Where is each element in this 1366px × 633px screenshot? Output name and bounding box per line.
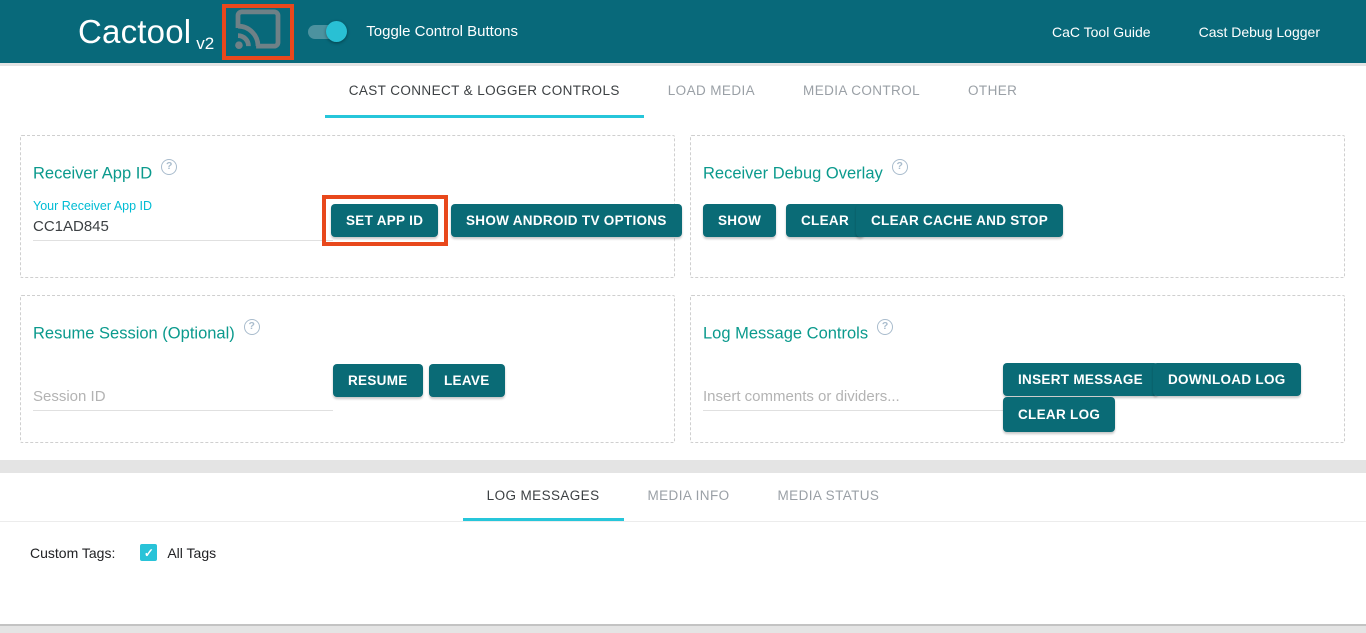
tab-other[interactable]: OTHER (944, 66, 1041, 118)
leave-button[interactable]: LEAVE (429, 364, 505, 397)
resume-session-title: Resume Session (Optional)? (33, 322, 260, 344)
tab-log-messages[interactable]: LOG MESSAGES (463, 473, 624, 521)
log-output-section: LOG MESSAGES MEDIA INFO MEDIA STATUS Cus… (0, 473, 1366, 626)
show-overlay-button[interactable]: SHOW (703, 204, 776, 237)
link-cast-debug-logger[interactable]: Cast Debug Logger (1199, 24, 1320, 40)
resume-session-card: Resume Session (Optional)? RESUME LEAVE (20, 295, 675, 443)
session-id-input[interactable] (33, 388, 333, 411)
toggle-control-buttons-switch[interactable] (308, 25, 344, 39)
clear-cache-and-stop-button[interactable]: CLEAR CACHE AND STOP (856, 204, 1063, 237)
all-tags-label: All Tags (167, 545, 216, 561)
tab-media-control[interactable]: MEDIA CONTROL (779, 66, 944, 118)
log-tab-bar: LOG MESSAGES MEDIA INFO MEDIA STATUS (0, 473, 1366, 522)
receiver-app-id-card: Receiver App ID? Your Receiver App ID SE… (20, 135, 675, 278)
custom-tags-label: Custom Tags: (30, 545, 115, 561)
show-android-tv-options-button[interactable]: SHOW ANDROID TV OPTIONS (451, 204, 682, 237)
insert-message-button[interactable]: INSERT MESSAGE (1003, 363, 1158, 396)
receiver-app-id-title: Receiver App ID? (33, 162, 177, 184)
all-tags-checkbox[interactable]: ✓ (140, 544, 157, 561)
help-icon[interactable]: ? (877, 319, 893, 335)
controls-section: CAST CONNECT & LOGGER CONTROLS LOAD MEDI… (0, 66, 1366, 460)
tab-media-status[interactable]: MEDIA STATUS (754, 473, 904, 521)
receiver-app-id-input[interactable] (33, 218, 333, 241)
set-app-id-button[interactable]: SET APP ID (331, 204, 438, 237)
download-log-button[interactable]: DOWNLOAD LOG (1153, 363, 1301, 396)
receiver-debug-overlay-card: Receiver Debug Overlay? SHOW CLEAR CLEAR… (690, 135, 1345, 278)
custom-tags-row: Custom Tags: ✓ All Tags (0, 544, 1366, 561)
check-icon: ✓ (144, 547, 154, 559)
tab-cast-connect-logger-controls[interactable]: CAST CONNECT & LOGGER CONTROLS (325, 66, 644, 118)
cast-icon[interactable] (235, 9, 281, 54)
cast-button-highlight-box[interactable] (222, 4, 294, 60)
clear-log-button[interactable]: CLEAR LOG (1003, 397, 1115, 432)
help-icon[interactable]: ? (161, 159, 177, 175)
toggle-label: Toggle Control Buttons (366, 23, 518, 40)
resume-button[interactable]: RESUME (333, 364, 423, 397)
help-icon[interactable]: ? (244, 319, 260, 335)
help-icon[interactable]: ? (892, 159, 908, 175)
tab-media-info[interactable]: MEDIA INFO (624, 473, 754, 521)
log-message-input[interactable] (703, 388, 1003, 411)
log-message-controls-card: Log Message Controls? INSERT MESSAGE DOW… (690, 295, 1345, 443)
app-header: Cactool v2 Toggle Control Buttons CaC To… (0, 0, 1366, 63)
main-tab-bar: CAST CONNECT & LOGGER CONTROLS LOAD MEDI… (0, 66, 1366, 118)
app-title: Cactool (78, 13, 191, 51)
tab-load-media[interactable]: LOAD MEDIA (644, 66, 779, 118)
link-cac-tool-guide[interactable]: CaC Tool Guide (1052, 24, 1151, 40)
log-message-controls-title: Log Message Controls? (703, 322, 893, 344)
toggle-knob[interactable] (326, 21, 347, 42)
app-version: v2 (196, 34, 214, 54)
receiver-app-id-input-label: Your Receiver App ID (33, 199, 152, 213)
clear-overlay-button[interactable]: CLEAR (786, 204, 864, 237)
receiver-debug-overlay-title: Receiver Debug Overlay? (703, 162, 908, 184)
